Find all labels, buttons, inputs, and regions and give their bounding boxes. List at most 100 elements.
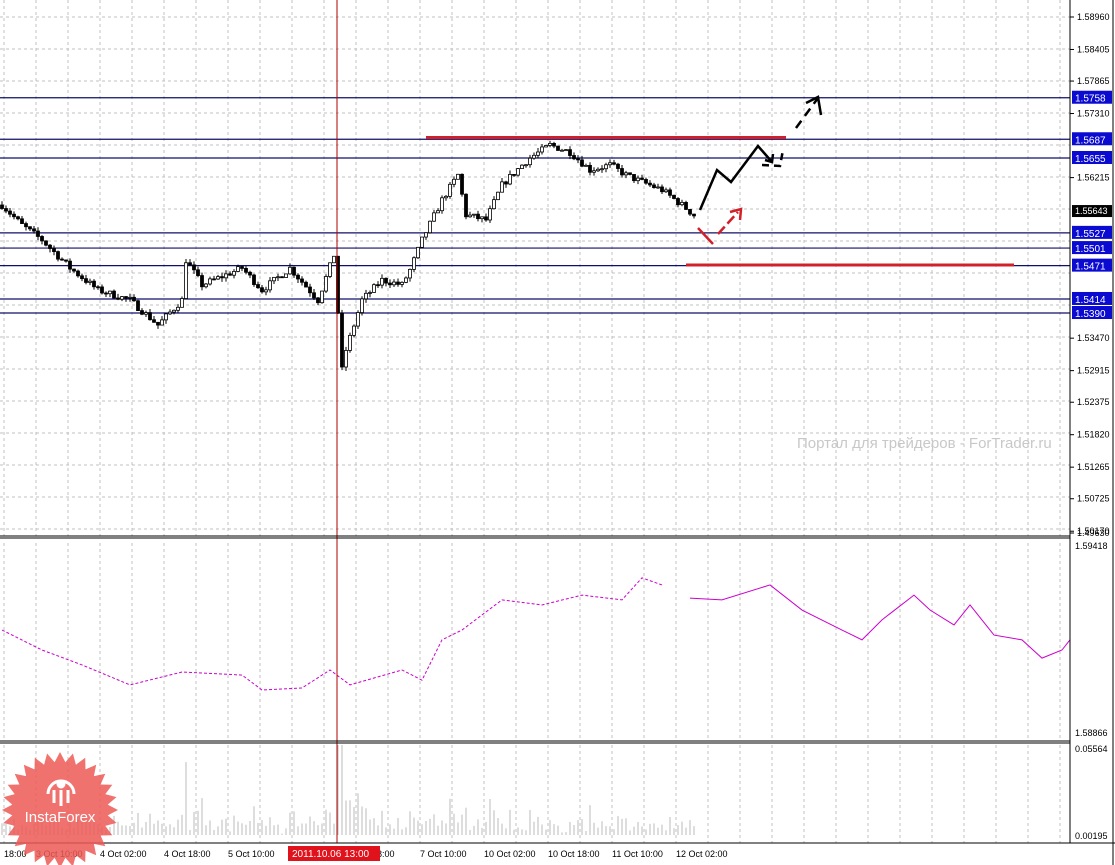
candle bbox=[324, 274, 328, 294]
candle-bear bbox=[688, 209, 692, 215]
level-label: 1.5655 bbox=[1075, 154, 1106, 165]
level-label: 1.5471 bbox=[1075, 262, 1106, 273]
candle-bear bbox=[0, 204, 4, 209]
candle-bull bbox=[364, 292, 368, 300]
time-label: 4 Oct 02:00 bbox=[100, 849, 147, 859]
candle bbox=[360, 296, 364, 316]
candle bbox=[328, 262, 332, 279]
candle bbox=[556, 145, 560, 151]
candle-bear bbox=[312, 292, 316, 299]
candle-bear bbox=[220, 276, 224, 279]
time-label: 7 Oct 10:00 bbox=[420, 849, 467, 859]
candle-bear bbox=[32, 228, 36, 232]
candle-bull bbox=[184, 262, 188, 299]
candle bbox=[356, 310, 360, 330]
candle-bull bbox=[348, 334, 352, 351]
candle-bear bbox=[668, 189, 672, 196]
candle-bull bbox=[128, 296, 132, 299]
candle bbox=[440, 195, 444, 214]
candle bbox=[344, 346, 348, 371]
candle bbox=[252, 273, 256, 287]
trading-chart[interactable]: Портал для трейдеров - ForTrader.ru 1.58… bbox=[0, 0, 1115, 865]
candle-bull bbox=[428, 220, 432, 234]
candle-bull bbox=[432, 212, 436, 222]
candle-bear bbox=[24, 223, 28, 228]
candle-bull bbox=[320, 290, 324, 304]
candle-bull bbox=[404, 277, 408, 283]
candle bbox=[372, 283, 376, 293]
candle-bear bbox=[100, 286, 104, 294]
candle-bear bbox=[248, 271, 252, 276]
candle-bear bbox=[308, 286, 312, 294]
candle-bear bbox=[16, 216, 20, 220]
candle-bull bbox=[328, 262, 332, 277]
candle-bull bbox=[268, 280, 272, 291]
candle-bear bbox=[256, 284, 260, 289]
candle-bull bbox=[176, 306, 180, 311]
candle-bear bbox=[20, 218, 24, 224]
candle bbox=[428, 220, 432, 234]
candle-bull bbox=[232, 271, 236, 276]
candle-bear bbox=[576, 158, 580, 161]
indicator-axis-top: 1.59418 bbox=[1075, 541, 1108, 551]
candle bbox=[352, 324, 356, 338]
candle-bull bbox=[108, 290, 112, 295]
candle-bull bbox=[516, 168, 520, 176]
candle-bear bbox=[644, 179, 648, 184]
candle-bear bbox=[52, 248, 56, 253]
candle-bull bbox=[356, 312, 360, 327]
price-tick-label: 1.51820 bbox=[1077, 430, 1110, 440]
candle-bull bbox=[360, 298, 364, 313]
candle-bear bbox=[396, 281, 400, 285]
time-label: 11 Oct 10:00 bbox=[612, 849, 663, 859]
candle-bear bbox=[112, 290, 116, 299]
candle-bull bbox=[332, 255, 336, 264]
candle-bear bbox=[568, 149, 572, 156]
candle-bull bbox=[524, 164, 528, 167]
candle-bull bbox=[456, 173, 460, 180]
candle-bull bbox=[120, 296, 124, 300]
candle bbox=[684, 200, 688, 210]
time-label: 18:00 bbox=[4, 849, 27, 859]
candle-bear bbox=[684, 201, 688, 210]
candle bbox=[180, 296, 184, 308]
candle-bear bbox=[48, 244, 52, 249]
candle-bear bbox=[512, 174, 516, 176]
candle-bear bbox=[132, 296, 136, 302]
candle-bear bbox=[460, 173, 464, 195]
candle-bull bbox=[492, 199, 496, 210]
candle-bull bbox=[88, 280, 92, 283]
candle-bull bbox=[500, 181, 504, 193]
candle-bull bbox=[604, 164, 608, 170]
candle-bull bbox=[480, 216, 484, 220]
candle-bear bbox=[660, 186, 664, 193]
candle-bull bbox=[144, 312, 148, 315]
candle-bear bbox=[244, 267, 248, 273]
candle-bear bbox=[188, 262, 192, 266]
candle-bull bbox=[624, 172, 628, 176]
candle-bull bbox=[468, 214, 472, 218]
candle bbox=[460, 173, 464, 197]
candle-bear bbox=[212, 278, 216, 281]
candle bbox=[184, 258, 188, 300]
candle-bear bbox=[552, 143, 556, 147]
candle bbox=[136, 299, 140, 311]
price-tick-label: 1.57865 bbox=[1077, 76, 1110, 86]
candle-bear bbox=[304, 281, 308, 288]
candle-bull bbox=[436, 210, 440, 214]
candle-bull bbox=[236, 266, 240, 272]
candle-bull bbox=[680, 201, 684, 206]
price-tick-label: 1.49630 bbox=[1077, 528, 1110, 538]
candle-bear bbox=[80, 275, 84, 280]
candle-bull bbox=[372, 284, 376, 293]
time-label: 5 Oct 10:00 bbox=[228, 849, 275, 859]
candle-bull bbox=[448, 183, 452, 197]
level-label: 1.5501 bbox=[1075, 244, 1106, 255]
candle bbox=[520, 164, 524, 169]
current-price-label: 1.55643 bbox=[1075, 206, 1108, 216]
candle bbox=[464, 193, 468, 220]
candle-bull bbox=[392, 281, 396, 286]
candle-bear bbox=[196, 269, 200, 276]
time-label: 4 Oct 18:00 bbox=[164, 849, 211, 859]
candle-bear bbox=[4, 208, 8, 212]
